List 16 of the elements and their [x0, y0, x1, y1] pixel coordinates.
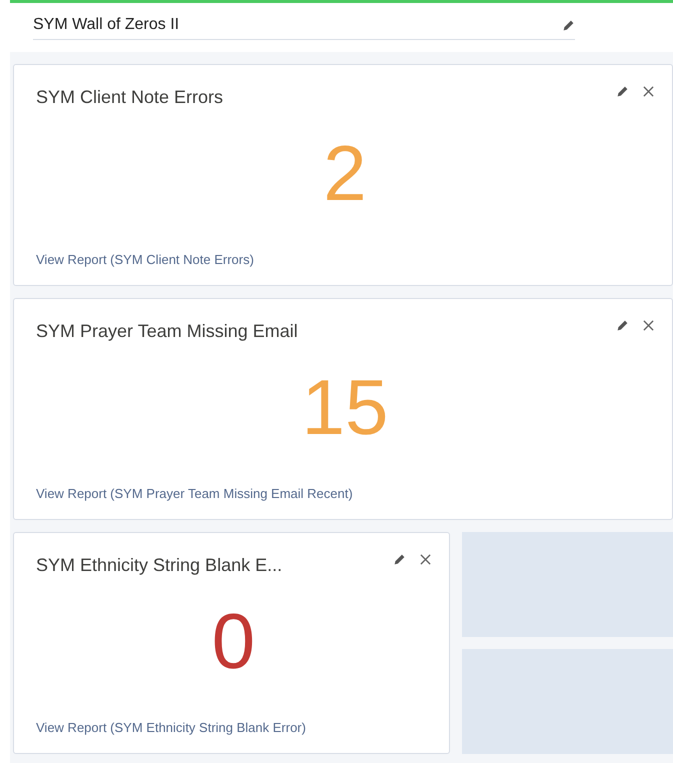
close-icon[interactable] [643, 320, 654, 331]
edit-icon[interactable] [616, 319, 629, 332]
card-title: SYM Client Note Errors [36, 87, 224, 108]
view-report-link[interactable]: View Report (SYM Client Note Errors) [36, 252, 254, 267]
close-icon[interactable] [643, 86, 654, 97]
card-title: SYM Ethnicity String Blank E... [36, 555, 282, 576]
view-report-link[interactable]: View Report (SYM Ethnicity String Blank Error) [36, 720, 306, 735]
metric-value: 15 [302, 368, 388, 446]
edit-icon[interactable] [393, 553, 406, 566]
close-icon[interactable] [420, 554, 431, 565]
metric-value: 0 [212, 602, 256, 680]
edit-icon[interactable] [616, 85, 629, 98]
card-title: SYM Prayer Team Missing Email [36, 321, 298, 342]
edit-icon[interactable] [562, 18, 575, 32]
view-report-link[interactable]: View Report (SYM Prayer Team Missing Email Recent) [36, 486, 353, 501]
metric-value: 2 [323, 134, 367, 212]
